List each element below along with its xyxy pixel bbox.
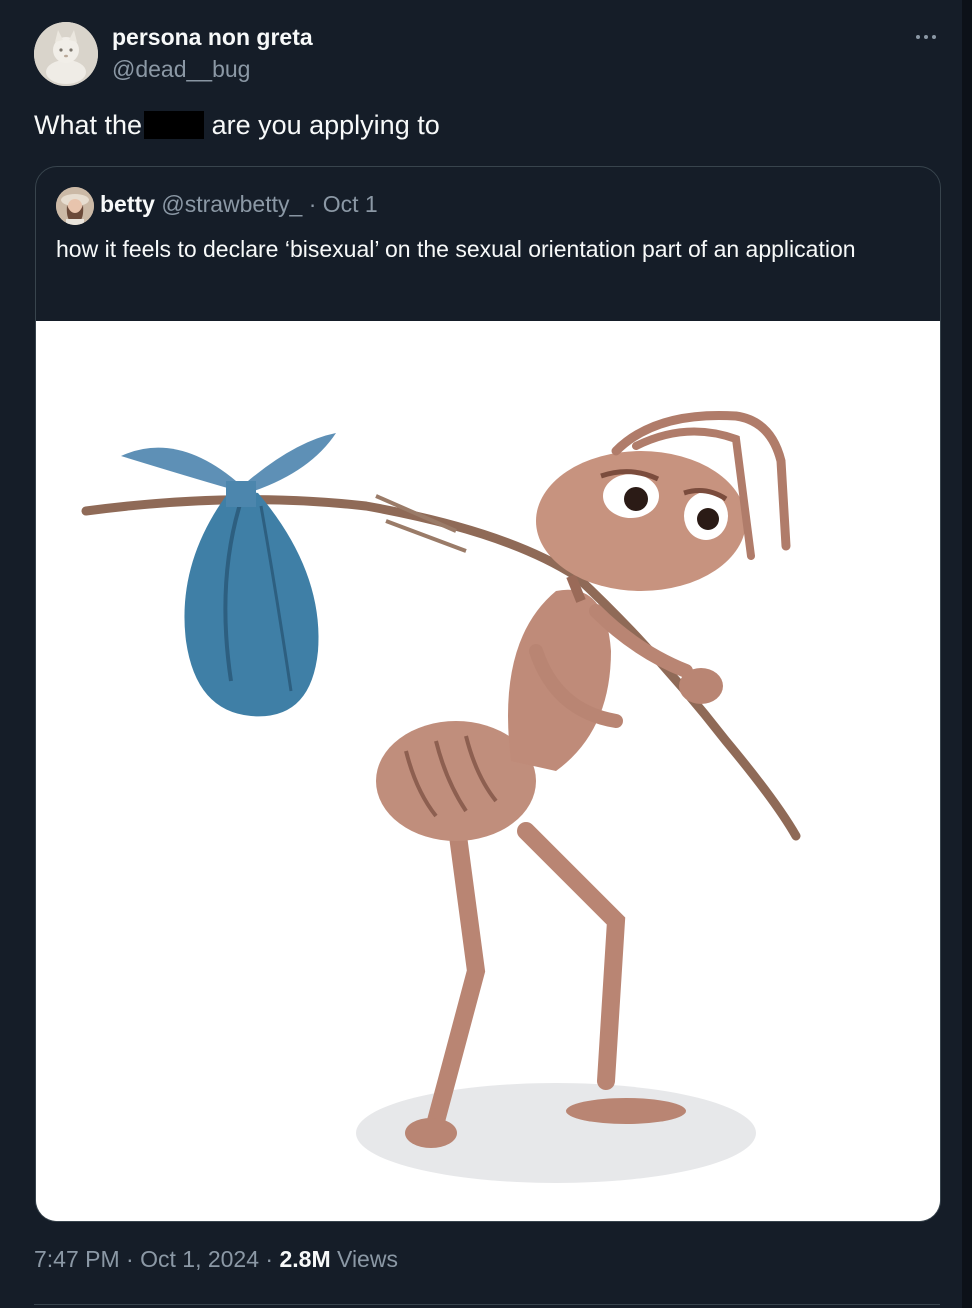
more-options-button[interactable] bbox=[906, 22, 946, 52]
quoted-text: how it feels to declare ‘bisexual’ on th… bbox=[56, 236, 856, 262]
quoted-author-name: betty bbox=[100, 191, 155, 217]
quoted-date: Oct 1 bbox=[322, 191, 378, 217]
redaction-block bbox=[144, 111, 205, 139]
tweet-time[interactable]: 7:47 PM bbox=[34, 1246, 120, 1272]
author-avatar[interactable] bbox=[34, 22, 98, 86]
cat-statue-avatar-icon bbox=[34, 22, 98, 86]
tweet-text: What the are you applying to bbox=[34, 110, 440, 141]
quoted-separator: · bbox=[308, 191, 317, 217]
more-dot bbox=[924, 35, 928, 39]
views-label: Views bbox=[337, 1246, 398, 1272]
footer-divider bbox=[34, 1304, 940, 1305]
window-edge bbox=[962, 0, 972, 1308]
tweet-footer: 7:47 PM · Oct 1, 2024 · 2.8M Views bbox=[34, 1246, 398, 1273]
author-name[interactable]: persona non greta bbox=[112, 24, 313, 51]
quoted-avatar-icon bbox=[56, 187, 94, 225]
author-handle[interactable]: @dead__bug bbox=[112, 56, 250, 83]
more-horizontal-icon bbox=[916, 35, 920, 39]
tweet-date[interactable]: Oct 1, 2024 bbox=[140, 1246, 259, 1272]
quoted-header: betty @strawbetty_ · Oct 1 bbox=[100, 191, 378, 218]
footer-separator-2: · bbox=[265, 1246, 274, 1272]
tweet-text-after: are you applying to bbox=[211, 110, 440, 140]
quoted-media[interactable] bbox=[36, 321, 940, 1221]
tweet-container: persona non greta @dead__bug What the ar… bbox=[0, 0, 972, 1308]
views-count: 2.8M bbox=[279, 1246, 331, 1272]
quoted-avatar bbox=[56, 187, 94, 225]
quoted-author-handle: @strawbetty_ bbox=[161, 191, 303, 217]
ant-with-bindle-illustration-icon bbox=[36, 321, 940, 1221]
more-dot bbox=[932, 35, 936, 39]
footer-separator: · bbox=[126, 1246, 134, 1272]
quoted-tweet[interactable]: betty @strawbetty_ · Oct 1 how it feels … bbox=[35, 166, 941, 1222]
tweet-text-before: What the bbox=[34, 110, 143, 140]
